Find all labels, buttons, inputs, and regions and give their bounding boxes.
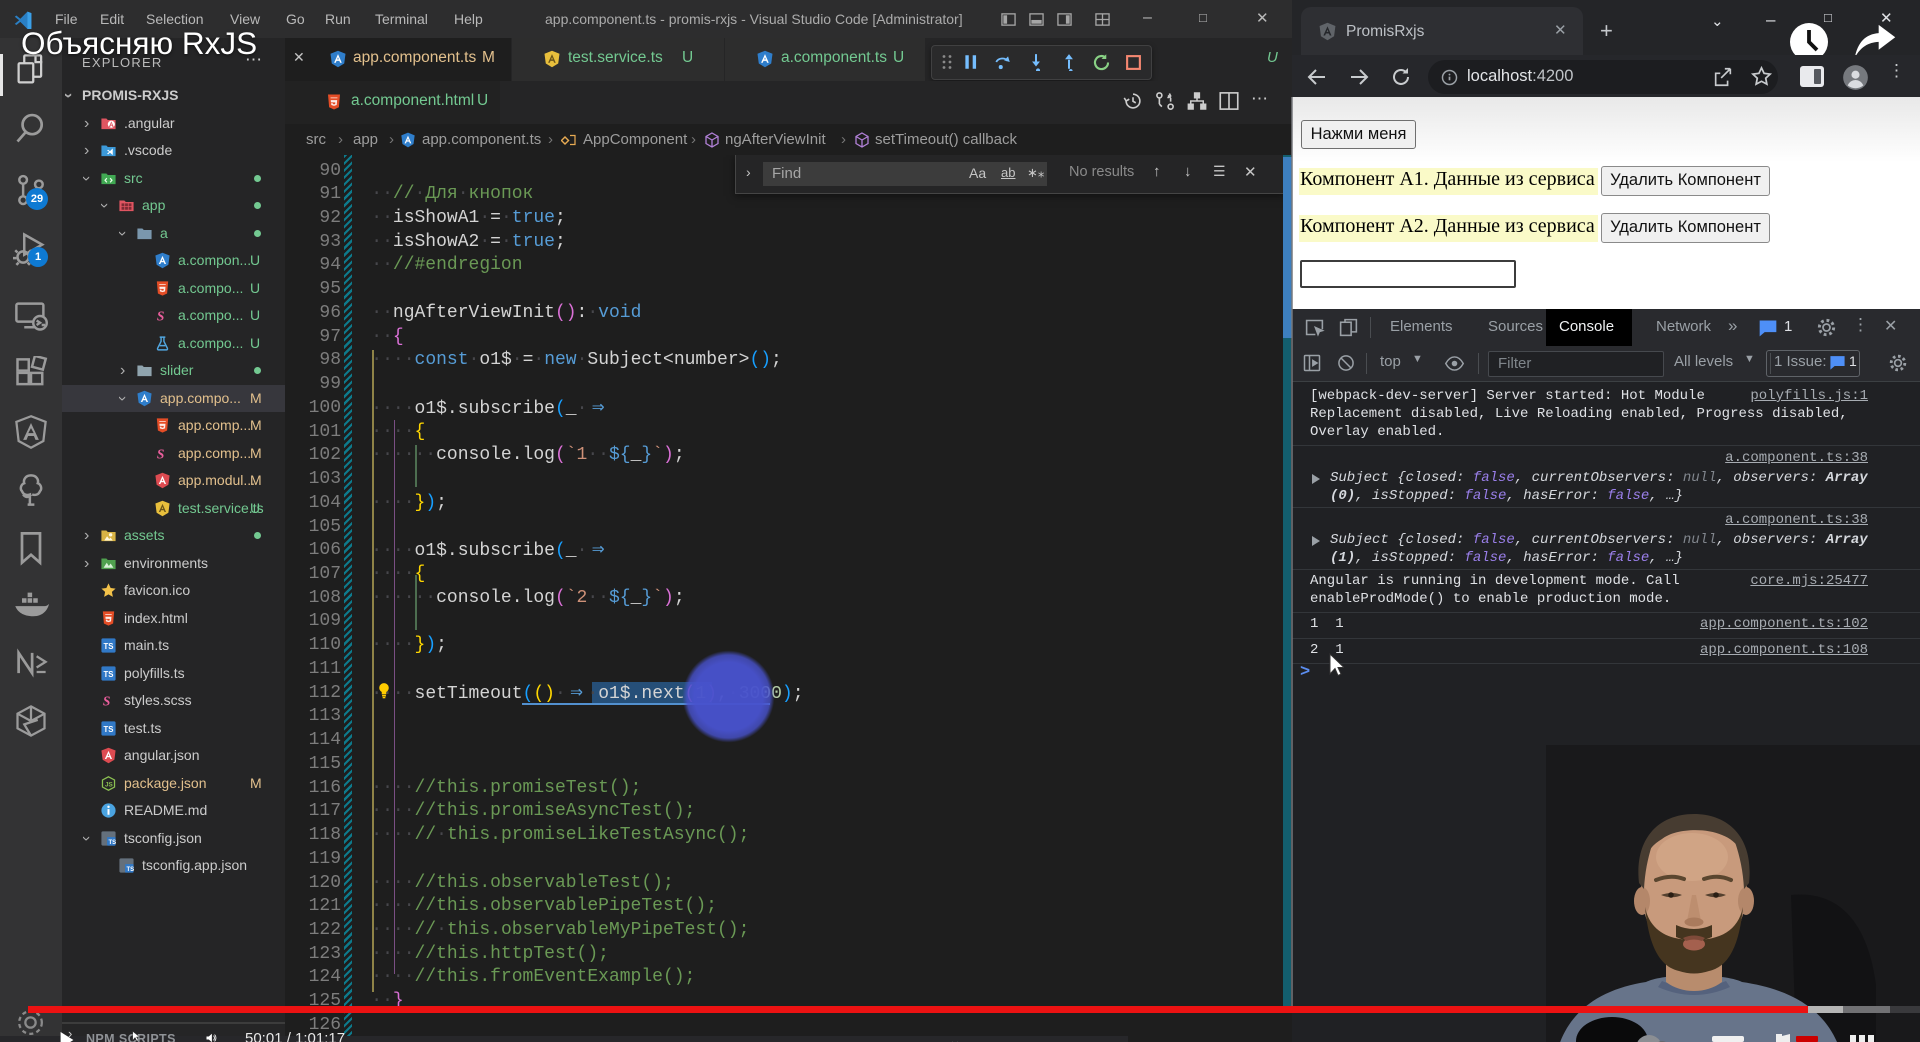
- svg-text:TS: TS: [127, 867, 135, 873]
- svg-text:TS: TS: [104, 670, 114, 679]
- svg-text:S: S: [103, 693, 110, 708]
- svg-text:TS: TS: [109, 840, 117, 846]
- svg-text:TS: TS: [104, 642, 114, 651]
- svg-text:S: S: [157, 308, 164, 323]
- svg-text:JS: JS: [105, 781, 113, 788]
- svg-text:S: S: [157, 446, 164, 461]
- svg-text:TS: TS: [104, 725, 114, 734]
